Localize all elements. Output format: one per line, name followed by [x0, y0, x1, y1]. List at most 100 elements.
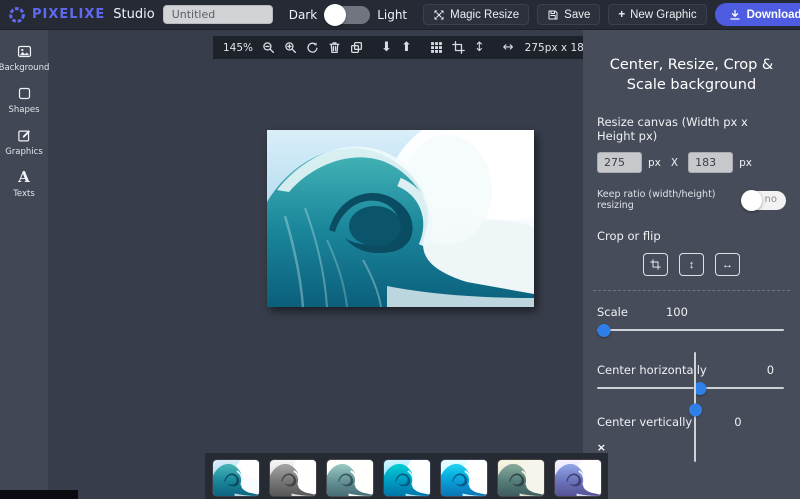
crop-icon — [650, 259, 661, 270]
height-input[interactable] — [688, 152, 733, 173]
x-separator: X — [671, 157, 678, 169]
filter-thumbnail-image — [440, 459, 488, 497]
filter-thumbnail-image — [383, 459, 431, 497]
keep-ratio-value: no — [765, 194, 777, 205]
center-horizontally-label: Center horizontally — [597, 363, 707, 377]
square-icon — [17, 86, 32, 101]
resize-horizontal-icon[interactable]: ↔ — [503, 41, 514, 54]
flip-vertical-button[interactable]: ↕ — [679, 253, 704, 276]
px-label: px — [739, 157, 752, 169]
sidebar-item-texts[interactable]: A Texts — [0, 170, 48, 199]
filter-thumb-moon[interactable]: Moon — [269, 459, 317, 499]
center-horizontally-value: 0 — [767, 363, 774, 377]
keep-ratio-toggle-knob[interactable] — [741, 190, 762, 211]
new-graphic-button[interactable]: + New Graphic — [608, 4, 706, 25]
resize-canvas-row: px X px — [597, 152, 786, 173]
grid-icon[interactable] — [430, 41, 443, 54]
center-vertically-row: Center vertically 0 — [597, 415, 786, 429]
magic-resize-label: Magic Resize — [450, 9, 519, 21]
scale-label: Scale — [597, 305, 628, 319]
brand-name: PIXELIXE — [32, 7, 105, 22]
dashed-divider — [593, 290, 790, 291]
crop-button[interactable] — [643, 253, 668, 276]
center-vertically-slider-knob[interactable] — [689, 404, 702, 417]
left-sidebar: Background Shapes Graphics A Texts — [0, 30, 48, 499]
sidebar-item-background[interactable]: Background — [0, 44, 48, 73]
sidebar-item-label: Texts — [13, 189, 35, 199]
plus-icon: + — [618, 9, 625, 21]
keep-ratio-row: Keep ratio (width/height) resizing no — [597, 189, 786, 211]
duplicate-icon[interactable] — [350, 41, 363, 54]
trash-icon[interactable] — [328, 41, 341, 54]
document-title-input[interactable] — [163, 5, 273, 24]
right-panel: Center, Resize, Crop & Scale background … — [583, 30, 800, 499]
filter-thumbnail-image — [326, 459, 374, 497]
save-label: Save — [564, 9, 590, 21]
filter-thumbnail-image — [554, 459, 602, 497]
new-graphic-label: New Graphic — [630, 9, 696, 21]
filter-thumbnail-image — [269, 459, 317, 497]
filter-filmstrip: × Normal Moon Reyes Clarendon Hudson Ear — [205, 453, 608, 499]
letter-a-icon: A — [18, 170, 30, 185]
move-up-icon[interactable]: ⬆ — [401, 41, 412, 54]
flip-vertical-icon: ↕ — [689, 259, 695, 271]
filter-thumb-hudson[interactable]: Hudson — [440, 459, 488, 499]
save-button[interactable]: Save — [537, 4, 600, 25]
resize-vertical-icon[interactable]: ↕ — [474, 41, 485, 54]
zoom-level: 145% — [223, 42, 253, 54]
image-icon — [17, 44, 32, 59]
sidebar-item-shapes[interactable]: Shapes — [0, 86, 48, 115]
theme-switch[interactable] — [324, 6, 370, 24]
filter-thumb-clarendon[interactable]: Clarendon — [383, 459, 431, 499]
brand-suffix: Studio — [113, 7, 154, 22]
center-horizontally-slider[interactable] — [597, 387, 784, 389]
keep-ratio-toggle[interactable]: no — [742, 191, 786, 210]
theme-switch-knob[interactable] — [324, 4, 346, 26]
sidebar-item-label: Background — [0, 63, 49, 73]
scale-row: Scale 100 — [597, 305, 786, 319]
center-horizontally-row: Center horizontally 0 — [597, 363, 786, 377]
download-label: Download — [747, 9, 800, 21]
canvas-image[interactable] — [267, 130, 534, 307]
sidebar-item-graphics[interactable]: Graphics — [0, 128, 48, 157]
crop-or-flip-label: Crop or flip — [597, 229, 786, 243]
keep-ratio-label: Keep ratio (width/height) resizing — [597, 189, 742, 211]
dark-label: Dark — [289, 8, 317, 22]
save-icon — [547, 9, 559, 21]
sidebar-item-label: Shapes — [8, 105, 39, 115]
top-bar: PIXELIXE Studio Dark Light Magic Resize … — [0, 0, 800, 30]
browser-status-bar — [0, 490, 78, 499]
edit-icon — [17, 128, 32, 143]
close-icon[interactable]: × — [597, 443, 606, 453]
filter-thumb-earlybird[interactable]: Earlybird — [497, 459, 545, 499]
crop-icon[interactable] — [452, 41, 465, 54]
move-down-icon[interactable]: ⬇ — [381, 41, 392, 54]
center-vertically-slider[interactable] — [694, 352, 696, 462]
light-label: Light — [377, 8, 407, 22]
scale-slider[interactable] — [597, 329, 784, 331]
resize-canvas-label: Resize canvas (Width px x Height px) — [597, 115, 786, 143]
filter-thumbnail-image — [497, 459, 545, 497]
center-vertically-value: 0 — [734, 415, 741, 429]
zoom-out-icon[interactable] — [262, 41, 275, 54]
download-icon — [729, 9, 741, 21]
filter-thumb-reyes[interactable]: Reyes — [326, 459, 374, 499]
canvas-toolbar: 145% ⬇ ⬆ ↕ ↔ 275px x 183px — [213, 36, 585, 59]
crop-flip-buttons: ↕ ↔ — [597, 253, 786, 276]
center-vertically-label: Center vertically — [597, 415, 692, 429]
magic-resize-button[interactable]: Magic Resize — [423, 4, 529, 25]
scale-slider-knob[interactable] — [598, 324, 611, 337]
filter-thumb-normal[interactable]: Normal — [212, 459, 260, 499]
wave-photo — [267, 130, 534, 307]
width-input[interactable] — [597, 152, 642, 173]
pixelixe-logo-icon — [8, 6, 26, 24]
flip-horizontal-button[interactable]: ↔ — [715, 253, 740, 276]
flip-horizontal-icon: ↔ — [722, 259, 733, 271]
zoom-in-icon[interactable] — [284, 41, 297, 54]
download-button[interactable]: Download — [715, 3, 800, 26]
app-logo[interactable]: PIXELIXE Studio — [8, 6, 155, 24]
sidebar-item-label: Graphics — [5, 147, 43, 157]
rotate-icon[interactable] — [306, 41, 319, 54]
filter-thumb-willow[interactable]: Willow — [554, 459, 602, 499]
filter-thumbnail-image — [212, 459, 260, 497]
